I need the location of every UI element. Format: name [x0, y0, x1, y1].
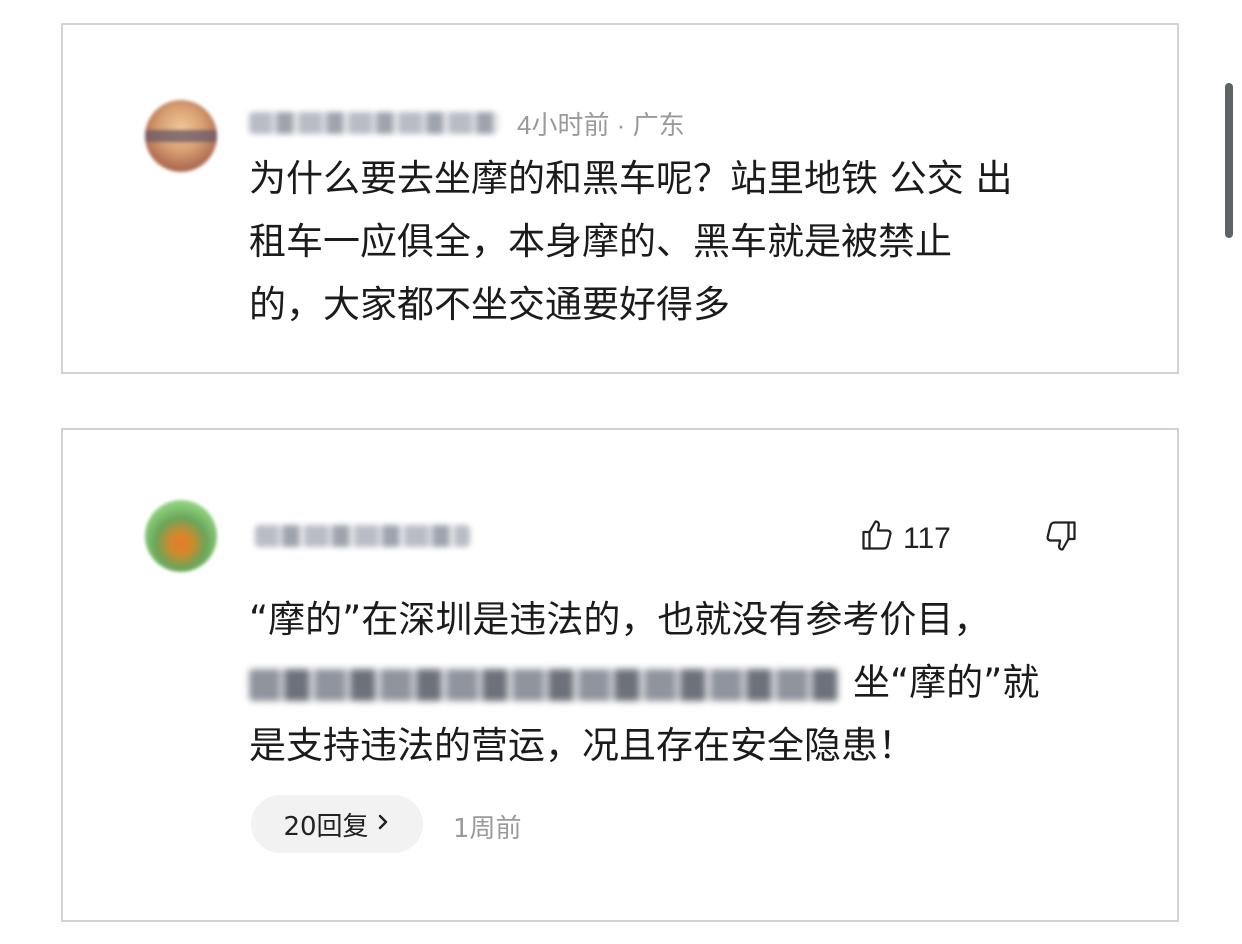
comment-text: 为什么要去坐摩的和黑车呢？站里地铁 公交 出 租车一应俱全，本身摩的、黑车就是被…	[249, 147, 1013, 336]
comment-time: 1周前	[453, 814, 522, 844]
replies-button[interactable]: 20回复	[251, 795, 423, 853]
like-count: 117	[903, 522, 951, 555]
comment-text-line: “摩的”在深圳是违法的，也就没有参考价目，	[249, 598, 991, 641]
comment-text-line: 坐“摩的”就	[249, 651, 1039, 714]
avatar[interactable]	[145, 100, 217, 172]
comment-text-fragment: 坐“摩的”就	[853, 661, 1040, 704]
comment-text-line: 的，大家都不坐交通要好得多	[249, 283, 730, 326]
redacted-text	[249, 668, 839, 701]
username-redacted[interactable]	[255, 525, 470, 547]
comment-text-line: 租车一应俱全，本身摩的、黑车就是被禁止	[249, 220, 952, 263]
username-redacted[interactable]	[249, 112, 499, 134]
thumbs-down-icon	[1043, 521, 1079, 558]
chevron-right-icon	[375, 809, 391, 839]
avatar[interactable]	[145, 500, 217, 572]
comment-time-location: 4小时前 · 广东	[517, 110, 685, 140]
dislike-button[interactable]	[1043, 518, 1079, 558]
like-button[interactable]: 117	[859, 517, 951, 561]
comment-text: “摩的”在深圳是违法的，也就没有参考价目， 坐“摩的”就 是支持违法的营运，况且…	[249, 588, 1039, 777]
comment-text-line: 是支持违法的营运，况且存在安全隐患！	[249, 724, 915, 767]
comment-card-1: 4小时前 · 广东 为什么要去坐摩的和黑车呢？站里地铁 公交 出 租车一应俱全，…	[61, 23, 1179, 374]
scrollbar[interactable]	[1225, 83, 1233, 238]
replies-label: 20回复	[283, 811, 369, 842]
comment-card-2: 117 “摩的”在深圳是违法的，也就没有参考价目， 坐“摩的”就 是支持违法的营…	[61, 428, 1179, 922]
thumbs-up-icon	[859, 517, 895, 561]
comment-text-line: 为什么要去坐摩的和黑车呢？站里地铁 公交 出	[249, 157, 1013, 200]
